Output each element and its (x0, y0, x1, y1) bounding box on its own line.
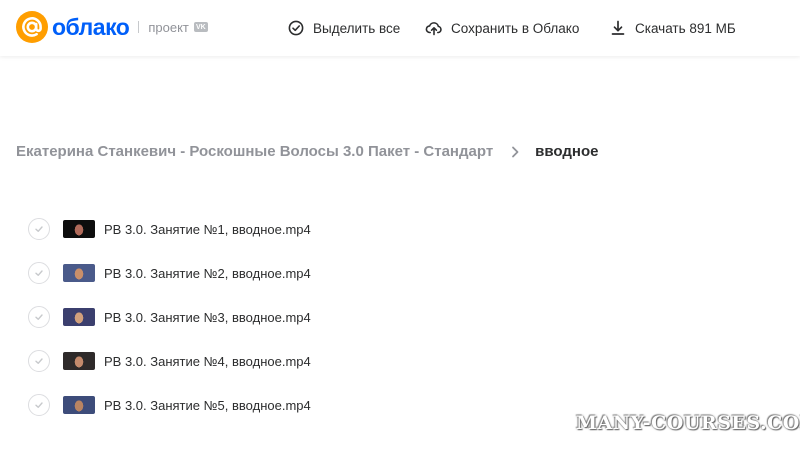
video-thumbnail (63, 352, 95, 370)
file-name[interactable]: РВ 3.0. Занятие №1, вводное.mp4 (104, 222, 311, 237)
file-name[interactable]: РВ 3.0. Занятие №2, вводное.mp4 (104, 266, 311, 281)
breadcrumb: Екатерина Станкевич - Роскошные Волосы 3… (16, 143, 598, 160)
breadcrumb-current-folder: вводное (535, 143, 599, 160)
project-label: проект (148, 19, 189, 35)
download-button[interactable]: Скачать 891 МБ (609, 18, 736, 38)
watermark: MANY-COURSES.COM (576, 412, 800, 434)
file-name[interactable]: РВ 3.0. Занятие №4, вводное.mp4 (104, 354, 311, 369)
cloud-upload-icon (425, 22, 442, 36)
save-to-cloud-label: Сохранить в Облако (451, 20, 580, 36)
select-checkbox[interactable] (28, 350, 50, 372)
list-item[interactable]: РВ 3.0. Занятие №2, вводное.mp4 (28, 251, 528, 295)
select-checkbox[interactable] (28, 306, 50, 328)
video-thumbnail (63, 220, 95, 238)
video-thumbnail (63, 396, 95, 414)
select-checkbox[interactable] (28, 394, 50, 416)
select-checkbox[interactable] (28, 218, 50, 240)
breadcrumb-parent-folder[interactable]: Екатерина Станкевич - Роскошные Волосы 3… (16, 143, 493, 160)
list-item[interactable]: РВ 3.0. Занятие №3, вводное.mp4 (28, 295, 528, 339)
file-list: РВ 3.0. Занятие №1, вводное.mp4 РВ 3.0. … (28, 207, 528, 427)
select-checkbox[interactable] (28, 262, 50, 284)
chevron-right-icon (512, 146, 519, 157)
oblako-logo[interactable]: облако проект VK (16, 11, 208, 43)
vk-badge: VK (193, 22, 208, 32)
top-header: облако проект VK Выделить все Сохранить … (0, 0, 800, 56)
list-item[interactable]: РВ 3.0. Занятие №4, вводное.mp4 (28, 339, 528, 383)
file-name[interactable]: РВ 3.0. Занятие №3, вводное.mp4 (104, 310, 311, 325)
list-item[interactable]: РВ 3.0. Занятие №1, вводное.mp4 (28, 207, 528, 251)
save-to-cloud-button[interactable]: Сохранить в Облако (425, 18, 579, 38)
file-name[interactable]: РВ 3.0. Занятие №5, вводное.mp4 (104, 398, 311, 413)
logo-divider (138, 21, 140, 33)
check-icon (35, 314, 43, 320)
check-circle-icon (288, 20, 304, 36)
download-icon (611, 20, 625, 35)
download-label: Скачать 891 МБ (635, 20, 736, 36)
check-icon (35, 226, 43, 232)
video-thumbnail (63, 264, 95, 282)
select-all-label: Выделить все (313, 20, 401, 36)
at-sign-logo-icon (16, 11, 48, 43)
check-icon (35, 270, 43, 276)
select-all-button[interactable]: Выделить все (287, 18, 400, 38)
logo-wordmark: облако (52, 13, 130, 40)
list-item[interactable]: РВ 3.0. Занятие №5, вводное.mp4 (28, 383, 528, 427)
video-thumbnail (63, 308, 95, 326)
check-icon (35, 402, 43, 408)
check-icon (35, 358, 43, 364)
